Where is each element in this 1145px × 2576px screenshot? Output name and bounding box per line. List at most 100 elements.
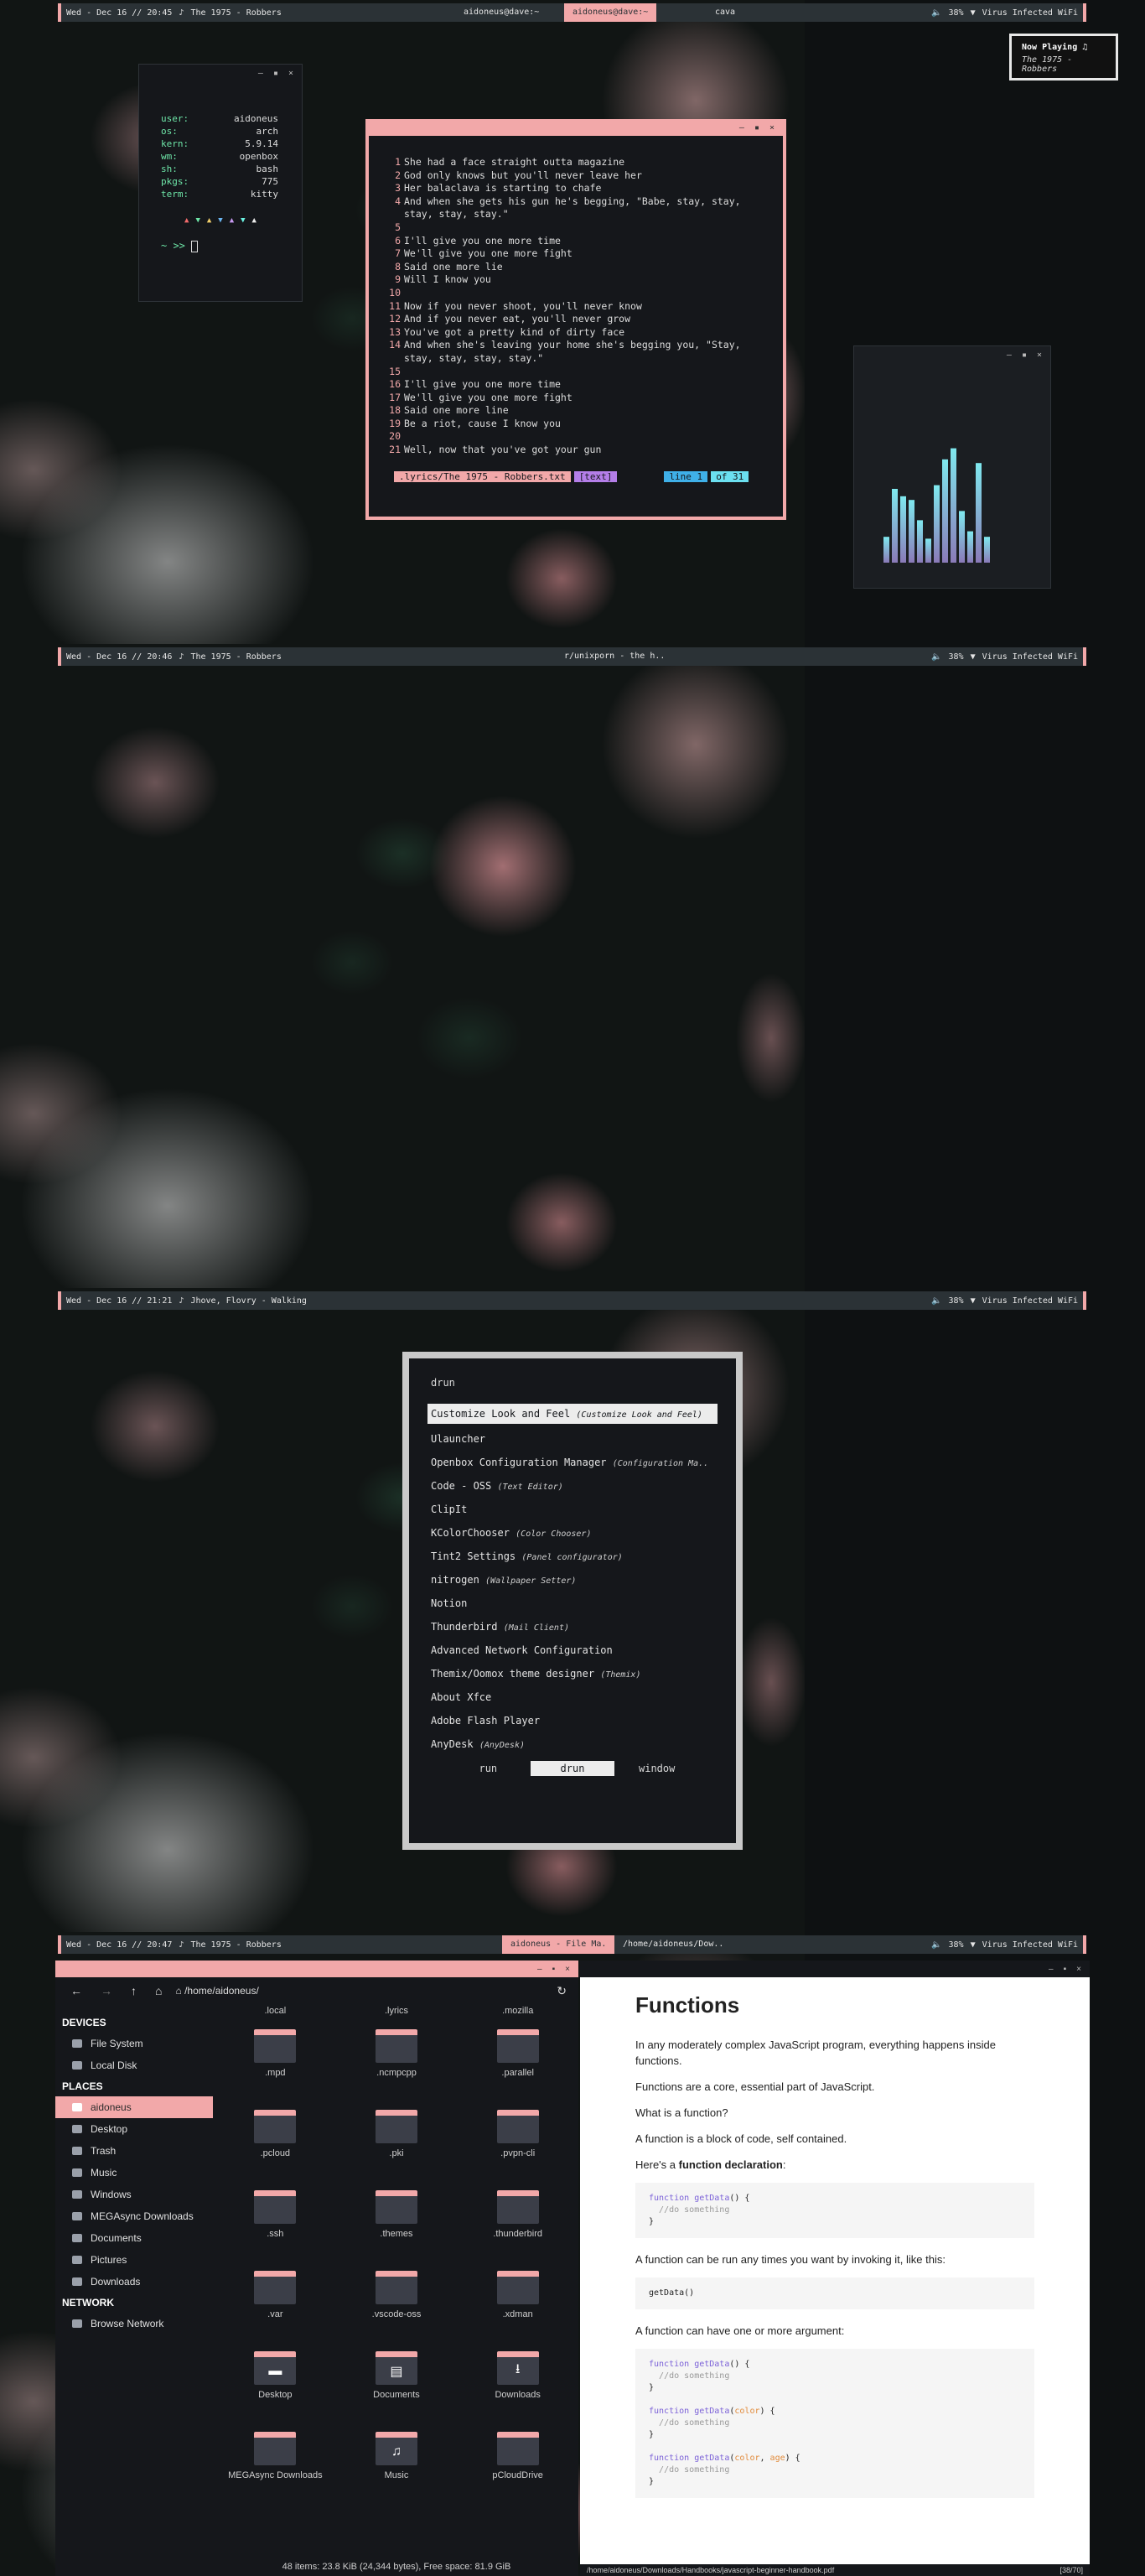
- pdf-viewer[interactable]: – ▪ × Functions In any moderately complex …: [580, 1961, 1090, 2576]
- volume-icon[interactable]: 🔈: [931, 1940, 941, 1950]
- volume-icon[interactable]: 🔈: [931, 652, 941, 662]
- launcher-item[interactable]: Themix/Oomox theme designer (Themix): [427, 1662, 718, 1685]
- close-icon[interactable]: ×: [1037, 351, 1042, 360]
- launcher-item[interactable]: ClipIt: [427, 1498, 718, 1521]
- launcher-item[interactable]: Thunderbird (Mail Client): [427, 1615, 718, 1639]
- sidebar-item-downloads[interactable]: Downloads: [55, 2271, 213, 2293]
- maximize-icon[interactable]: ▪: [1064, 1965, 1067, 1974]
- window-titlebar[interactable]: – ▪ ×: [580, 1961, 1090, 1977]
- minimize-icon[interactable]: –: [1049, 1965, 1054, 1974]
- task-pdf-viewer[interactable]: /home/aidoneus/Dow..: [614, 1935, 732, 1954]
- file-manager[interactable]: – ▪ × ← → ↑ ⌂ ⌂ /home/aidoneus/ ↻ DEVICES Fil…: [55, 1961, 578, 2576]
- folder-item[interactable]: .xdman: [457, 2264, 578, 2341]
- sidebar-item-desktop[interactable]: Desktop: [55, 2118, 213, 2140]
- music-icon: [72, 2168, 82, 2177]
- folder-item[interactable]: .thunderbird: [457, 2184, 578, 2261]
- folder-item[interactable]: .parallel: [457, 2023, 578, 2100]
- folder-item[interactable]: MEGAsync Downloads: [215, 2425, 336, 2502]
- window-titlebar[interactable]: – ▪ ×: [854, 346, 1050, 363]
- lyrics-editor[interactable]: – ▪ × 1 She had a face straight outta magaz…: [365, 119, 786, 520]
- sidebar-item-local-disk[interactable]: Local Disk: [55, 2054, 213, 2076]
- close-icon[interactable]: ×: [288, 69, 293, 78]
- cursor[interactable]: [191, 240, 199, 252]
- task-file-manager[interactable]: aidoneus - File Ma.: [502, 1935, 615, 1954]
- folder-item[interactable]: ▤ Documents: [336, 2345, 458, 2422]
- launcher-item[interactable]: nitrogen (Wallpaper Setter): [427, 1568, 718, 1592]
- folder-item[interactable]: .pvpn-cli: [457, 2103, 578, 2180]
- sidebar-item-aidoneus[interactable]: aidoneus: [55, 2096, 213, 2118]
- folder-item[interactable]: .mpd: [215, 2023, 336, 2100]
- sidebar-item-music[interactable]: Music: [55, 2162, 213, 2184]
- refresh-icon[interactable]: ↻: [557, 1984, 567, 1998]
- cava-window[interactable]: – ▪ ×: [853, 345, 1051, 589]
- folder-label[interactable]: .mozilla: [457, 2006, 578, 2016]
- folder-item[interactable]: .pcloud: [215, 2103, 336, 2180]
- wifi-icon[interactable]: ▼: [971, 1940, 976, 1950]
- launcher-item[interactable]: AnyDesk (AnyDesk): [427, 1732, 718, 1756]
- minimize-icon[interactable]: –: [739, 123, 744, 132]
- sidebar-item-trash[interactable]: Trash: [55, 2140, 213, 2162]
- folder-item[interactable]: ▬ Desktop: [215, 2345, 336, 2422]
- volume-icon[interactable]: 🔈: [931, 1296, 941, 1306]
- wifi-icon[interactable]: ▼: [971, 8, 976, 18]
- folder-item[interactable]: ♫ Music: [336, 2425, 458, 2502]
- close-icon[interactable]: ×: [1076, 1965, 1081, 1974]
- mode-drun[interactable]: drun: [530, 1761, 615, 1776]
- task-terminal-1[interactable]: aidoneus@dave:~: [455, 3, 547, 22]
- sidebar-item-windows[interactable]: Windows: [55, 2184, 213, 2205]
- launcher-item[interactable]: Code - OSS (Text Editor): [427, 1474, 718, 1498]
- task-terminal-2[interactable]: aidoneus@dave:~: [564, 3, 657, 22]
- launcher-item[interactable]: Openbox Configuration Manager (Configura…: [427, 1451, 718, 1474]
- folder-item[interactable]: .ssh: [215, 2184, 336, 2261]
- mode-run[interactable]: run: [446, 1761, 531, 1776]
- folder-item[interactable]: ⭳ Downloads: [457, 2345, 578, 2422]
- wifi-icon[interactable]: ▼: [971, 1296, 976, 1306]
- folder-item[interactable]: .var: [215, 2264, 336, 2341]
- launcher-item[interactable]: Adobe Flash Player: [427, 1709, 718, 1732]
- minimize-icon[interactable]: –: [258, 69, 263, 78]
- window-titlebar[interactable]: – ▪ ×: [55, 1961, 578, 1977]
- folder-label[interactable]: .local: [215, 2006, 336, 2016]
- close-icon[interactable]: ×: [769, 123, 775, 132]
- lyrics-text[interactable]: 1 She had a face straight outta magazine 2…: [369, 136, 783, 457]
- launcher-prompt[interactable]: drun: [427, 1377, 718, 1397]
- launcher-item[interactable]: About Xfce: [427, 1685, 718, 1709]
- up-icon[interactable]: ↑: [131, 1984, 137, 1997]
- maximize-icon[interactable]: ▪: [552, 1965, 556, 1974]
- sidebar-item-megasync-downloads[interactable]: MEGAsync Downloads: [55, 2205, 213, 2227]
- launcher-item[interactable]: Notion: [427, 1592, 718, 1615]
- close-icon[interactable]: ×: [565, 1965, 570, 1974]
- minimize-icon[interactable]: –: [1007, 351, 1012, 360]
- task-browser[interactable]: r/unixporn - the h..: [556, 647, 673, 666]
- folder-item[interactable]: .vscode-oss: [336, 2264, 458, 2341]
- mode-window[interactable]: window: [614, 1761, 699, 1776]
- folder-label[interactable]: .lyrics: [336, 2006, 458, 2016]
- folder-item[interactable]: .themes: [336, 2184, 458, 2261]
- sidebar-item-file-system[interactable]: File System: [55, 2033, 213, 2054]
- launcher-item[interactable]: Ulauncher: [427, 1427, 718, 1451]
- window-titlebar[interactable]: – ▪ ×: [139, 65, 302, 81]
- folder-item[interactable]: pCloudDrive: [457, 2425, 578, 2502]
- maximize-icon[interactable]: ▪: [754, 123, 759, 132]
- location-bar[interactable]: ⌂ /home/aidoneus/: [175, 1985, 258, 1997]
- maximize-icon[interactable]: ▪: [273, 69, 278, 78]
- volume-icon[interactable]: 🔈: [931, 8, 941, 18]
- folder-item[interactable]: .ncmpcpp: [336, 2023, 458, 2100]
- sidebar-item-browse-network[interactable]: Browse Network: [55, 2313, 213, 2334]
- launcher-item[interactable]: Advanced Network Configuration: [427, 1639, 718, 1662]
- launcher-item[interactable]: KColorChooser (Color Chooser): [427, 1521, 718, 1545]
- minimize-icon[interactable]: –: [537, 1965, 542, 1974]
- window-titlebar[interactable]: – ▪ ×: [369, 119, 783, 136]
- wifi-icon[interactable]: ▼: [971, 652, 976, 662]
- home-icon[interactable]: ⌂: [155, 1984, 162, 1997]
- forward-icon[interactable]: →: [101, 1984, 112, 1997]
- launcher-item[interactable]: Tint2 Settings (Panel configurator): [427, 1545, 718, 1568]
- task-cava[interactable]: cava: [707, 3, 743, 22]
- launcher-item[interactable]: Customize Look and Feel (Customize Look …: [427, 1404, 718, 1424]
- folder-item[interactable]: .pki: [336, 2103, 458, 2180]
- sidebar-item-documents[interactable]: Documents: [55, 2227, 213, 2249]
- fetch-terminal[interactable]: – ▪ × user: aidoneus os: arch kern: 5.9.14 wm: op…: [138, 64, 303, 302]
- sidebar-item-pictures[interactable]: Pictures: [55, 2249, 213, 2271]
- maximize-icon[interactable]: ▪: [1022, 351, 1027, 360]
- back-icon[interactable]: ←: [70, 1984, 82, 1997]
